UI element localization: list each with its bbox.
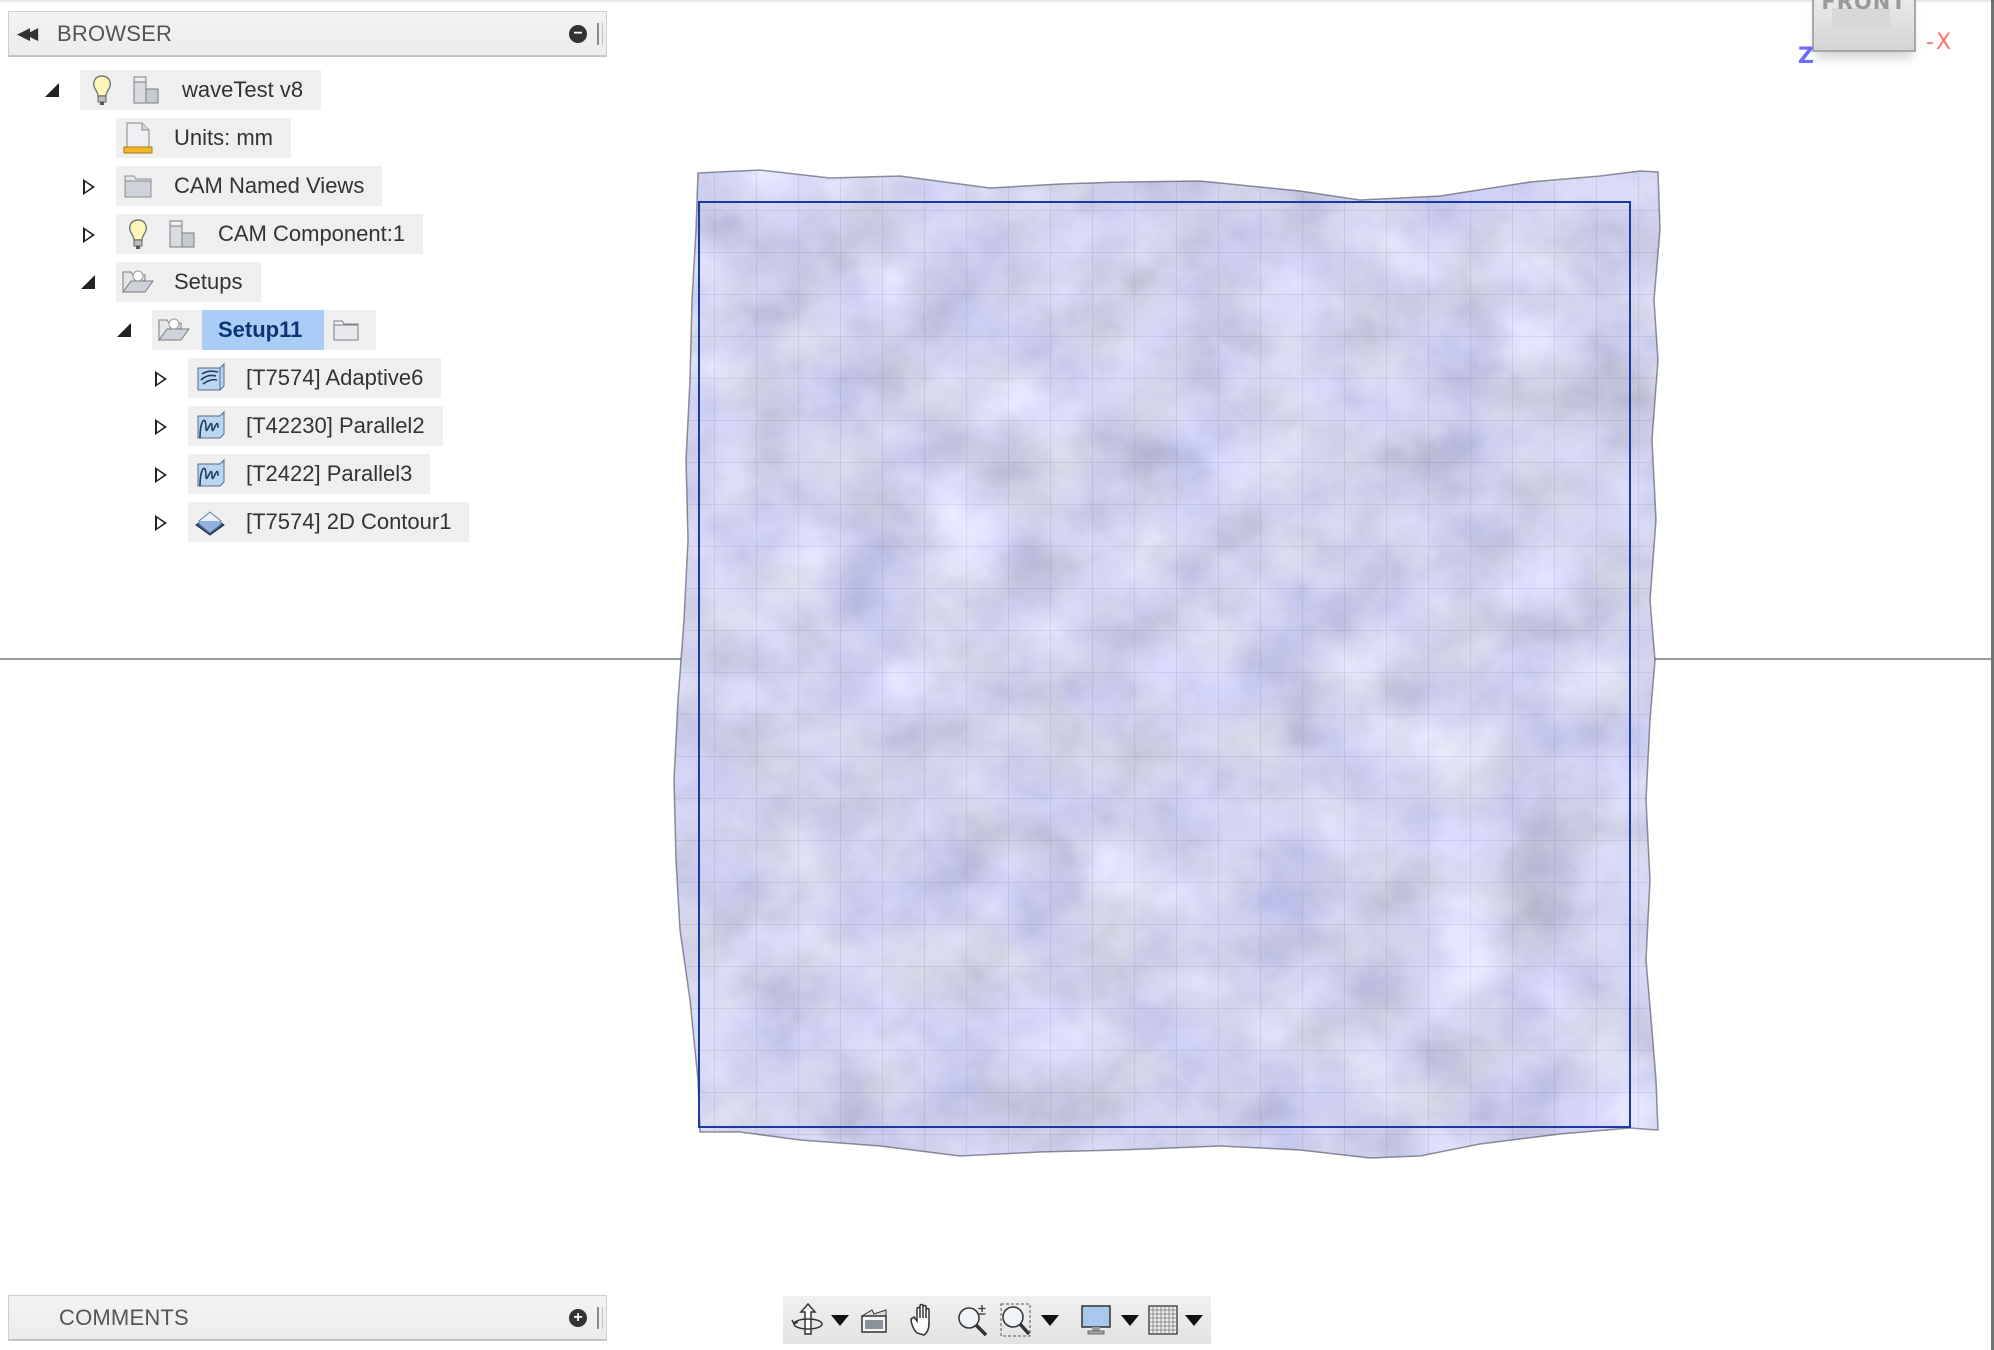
tree-node[interactable]: Setup11	[152, 310, 377, 350]
tree-item-adaptive6[interactable]: [T7574] Adaptive6	[148, 358, 442, 398]
tree-item-root[interactable]: waveTest v8	[40, 70, 322, 110]
grid-dropdown-arrow[interactable]	[1185, 1314, 1203, 1326]
component-icon	[164, 216, 200, 252]
tree-node[interactable]: CAM Named Views	[116, 166, 383, 206]
axis-z-label: Z	[1798, 44, 1814, 69]
triangle-expanded-icon	[81, 275, 95, 289]
tree-item-parallel2[interactable]: [T42230] Parallel2	[148, 406, 443, 446]
tree-item-label: Setup11	[202, 310, 325, 350]
browser-panel-header: ◀◀ BROWSER −	[8, 11, 607, 57]
tree-node[interactable]: [T2422] Parallel3	[188, 454, 431, 494]
expand-toggle[interactable]	[148, 502, 172, 542]
tree-node[interactable]: Setups	[116, 262, 261, 302]
plus-circle-icon[interactable]: +	[569, 1308, 587, 1327]
parallel-toolpath-icon	[192, 408, 228, 444]
tree-item-label: [T2422] Parallel3	[246, 461, 413, 486]
terrain-surface	[674, 170, 1660, 1158]
setups-folder-icon	[120, 264, 156, 300]
zoom-plus-icon[interactable]	[948, 1300, 997, 1340]
tree-item-setup11[interactable]: Setup11	[112, 310, 377, 350]
adaptive-toolpath-icon	[192, 360, 228, 396]
expand-toggle[interactable]	[148, 358, 172, 398]
triangle-collapsed-icon	[154, 419, 167, 435]
zoom-window-dropdown-arrow[interactable]	[1041, 1314, 1060, 1326]
parallel-toolpath-icon	[192, 456, 228, 492]
comments-panel-header[interactable]: COMMENTS +	[8, 1295, 607, 1341]
tree-node[interactable]: CAM Component:1	[116, 214, 424, 254]
tree-item-label: CAM Component:1	[218, 221, 406, 246]
tree-node[interactable]: [T7574] Adaptive6	[188, 358, 442, 398]
tree-node[interactable]: [T7574] 2D Contour1	[188, 502, 470, 542]
panel-grip-handle[interactable]	[597, 1306, 603, 1329]
expand-toggle[interactable]	[76, 214, 100, 254]
setup-icon	[156, 312, 192, 348]
lightbulb-icon[interactable]	[84, 72, 120, 108]
tree-item-label: CAM Named Views	[174, 173, 365, 198]
orbit-dropdown-arrow[interactable]	[831, 1314, 850, 1326]
tree-item-setups[interactable]: Setups	[76, 262, 261, 302]
monitor-icon[interactable]	[1077, 1300, 1115, 1340]
hand-icon[interactable]	[899, 1300, 948, 1340]
expand-toggle[interactable]	[76, 262, 100, 302]
grid-icon[interactable]	[1147, 1300, 1179, 1340]
zoom-window-icon[interactable]	[997, 1300, 1035, 1340]
comments-title: COMMENTS	[59, 1304, 189, 1330]
orbit-icon[interactable]	[791, 1300, 825, 1340]
expand-toggle[interactable]	[148, 454, 172, 494]
display-settings-dropdown-arrow[interactable]	[1120, 1314, 1139, 1326]
tree-item-label: [T7574] 2D Contour1	[246, 509, 452, 534]
tree-item-parallel3[interactable]: [T2422] Parallel3	[148, 454, 431, 494]
triangle-collapsed-icon	[154, 371, 167, 387]
axis-x-label: X	[1926, 30, 1951, 55]
expand-toggle[interactable]	[76, 166, 100, 206]
viewcube[interactable]: FRONT	[1812, 0, 1916, 52]
tree-item-label: [T7574] Adaptive6	[246, 365, 424, 390]
browser-title: BROWSER	[57, 20, 173, 46]
triangle-collapsed-icon	[154, 515, 167, 531]
minus-circle-icon[interactable]: −	[569, 24, 587, 43]
folder-icon[interactable]	[328, 312, 364, 348]
contour-toolpath-icon	[192, 504, 228, 540]
tree-item-units[interactable]: Units: mm	[116, 118, 291, 158]
double-left-arrow-icon[interactable]: ◀◀	[17, 24, 57, 44]
triangle-expanded-icon	[117, 323, 131, 337]
triangle-collapsed-icon	[82, 179, 95, 195]
tree-node[interactable]: waveTest v8	[80, 70, 322, 110]
expand-toggle[interactable]	[40, 70, 64, 110]
expand-toggle[interactable]	[112, 310, 136, 350]
component-icon	[128, 72, 164, 108]
tree-item-label: waveTest v8	[182, 77, 304, 102]
tree-item-cam-component[interactable]: CAM Component:1	[76, 214, 424, 254]
tree-node[interactable]: [T42230] Parallel2	[188, 406, 443, 446]
triangle-collapsed-icon	[82, 227, 95, 243]
tree-node[interactable]: Units: mm	[116, 118, 291, 158]
look-at-icon[interactable]	[857, 1300, 891, 1340]
navigation-toolbar	[783, 1296, 1211, 1344]
tree-item-cam-named-views[interactable]: CAM Named Views	[76, 166, 383, 206]
folder-icon	[120, 168, 156, 204]
tree-item-label: [T42230] Parallel2	[246, 413, 425, 438]
triangle-collapsed-icon	[154, 467, 167, 483]
units-document-icon	[120, 120, 156, 156]
tree-item-label: Units: mm	[174, 125, 273, 150]
triangle-expanded-icon	[45, 83, 59, 97]
lightbulb-icon[interactable]	[120, 216, 156, 252]
viewcube-face-label[interactable]: FRONT	[1814, 0, 1914, 14]
expand-toggle[interactable]	[148, 406, 172, 446]
tree-item-label: Setups	[174, 269, 243, 294]
panel-grip-handle[interactable]	[597, 22, 603, 45]
tree-item-2d-contour1[interactable]: [T7574] 2D Contour1	[148, 502, 470, 542]
